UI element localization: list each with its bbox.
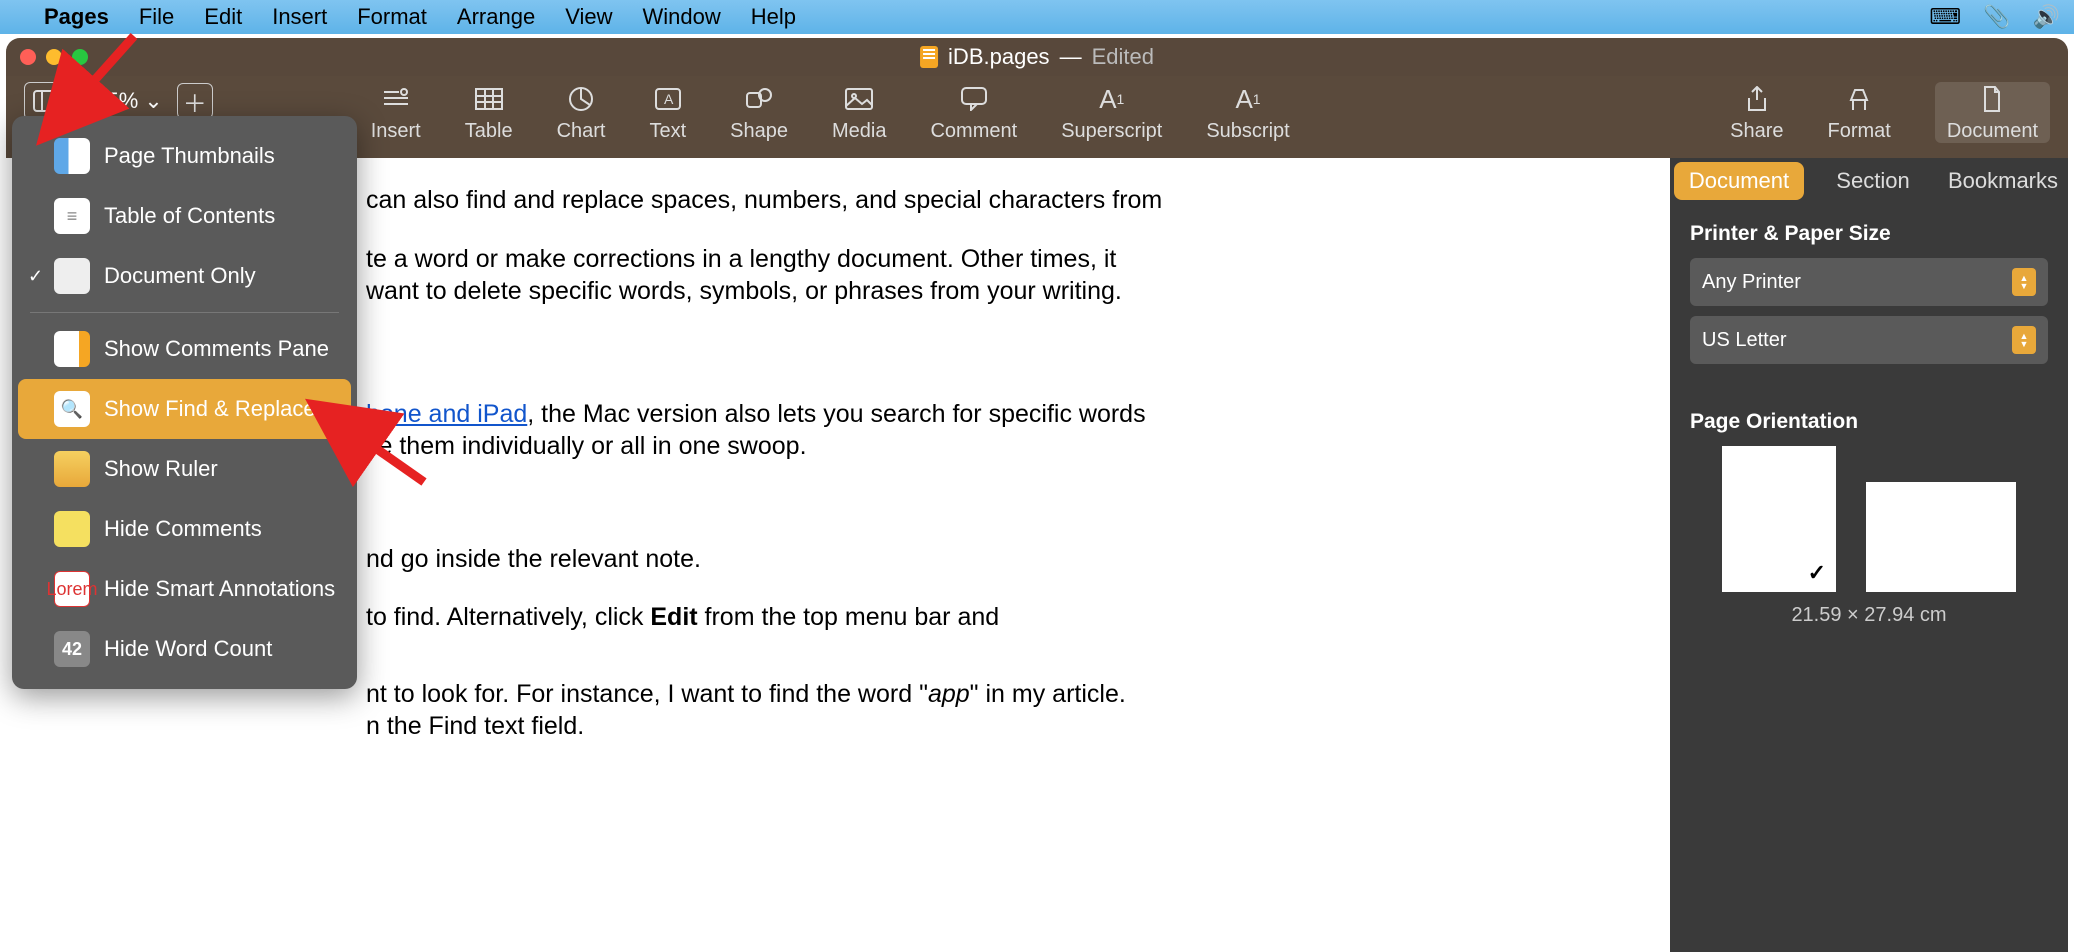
toolbar-shape[interactable]: Shape (730, 82, 788, 143)
page-dimensions: 21.59 × 27.94 cm (1690, 604, 2048, 627)
app-menu[interactable]: Pages (44, 4, 109, 30)
document-status: Edited (1092, 44, 1154, 70)
toolbar-document[interactable]: Document (1935, 82, 2050, 143)
inspector-tabs: Document Section Bookmarks (1670, 158, 2068, 204)
menu-view[interactable]: View (565, 4, 612, 30)
paper-size-select[interactable]: US Letter ▲▼ (1690, 316, 2048, 364)
chevron-down-icon: ⌄ (144, 88, 162, 114)
tab-bookmarks[interactable]: Bookmarks (1938, 168, 2068, 194)
document-filename: iDB.pages (948, 44, 1050, 70)
annotation-arrow-menu (354, 432, 434, 497)
search-icon: 🔍 (54, 391, 90, 427)
svg-text:A: A (664, 91, 674, 107)
printer-select[interactable]: Any Printer ▲▼ (1690, 258, 2048, 306)
toc-icon: ≡ (54, 198, 90, 234)
subscript-icon: A1 (1235, 82, 1260, 116)
share-icon (1746, 82, 1768, 116)
toolbar-chart[interactable]: Chart (557, 82, 606, 143)
orientation-portrait[interactable] (1722, 446, 1836, 592)
menu-arrange[interactable]: Arrange (457, 4, 535, 30)
sticky-note-icon (54, 511, 90, 547)
menu-document-only[interactable]: ✓Document Only (18, 246, 351, 306)
toolbar-insert[interactable]: Insert (371, 82, 421, 143)
document-icon (1982, 82, 2002, 116)
annotation-arrow-top (74, 36, 144, 111)
format-brush-icon (1847, 82, 1871, 116)
input-menu-icon[interactable]: ⌨ (1929, 4, 1961, 30)
menu-window[interactable]: Window (643, 4, 721, 30)
stepper-icon: ▲▼ (2012, 268, 2036, 296)
orientation-header: Page Orientation (1690, 410, 2048, 434)
chart-icon (568, 82, 594, 116)
toolbar-share[interactable]: Share (1730, 82, 1783, 143)
tab-section[interactable]: Section (1808, 168, 1938, 194)
toolbar-text[interactable]: AText (649, 82, 686, 143)
view-dropdown-menu: Page Thumbnails ≡Table of Contents ✓Docu… (12, 116, 357, 689)
insert-icon (381, 82, 411, 116)
menu-hide-smart-annotations[interactable]: LoremHide Smart Annotations (18, 559, 351, 619)
printer-paper-header: Printer & Paper Size (1690, 222, 2048, 246)
menu-format[interactable]: Format (357, 4, 427, 30)
menu-show-find-replace[interactable]: 🔍Show Find & Replace (18, 379, 351, 439)
menu-show-ruler[interactable]: Show Ruler (18, 439, 351, 499)
media-icon (845, 82, 873, 116)
link-iphone-ipad[interactable]: hone and iPad (366, 400, 527, 428)
menu-insert[interactable]: Insert (272, 4, 327, 30)
toolbar-table[interactable]: Table (465, 82, 513, 143)
add-page-button[interactable]: ＋ (177, 83, 213, 119)
menu-page-thumbnails[interactable]: Page Thumbnails (18, 126, 351, 186)
toolbar-media[interactable]: Media (832, 82, 886, 143)
menu-file[interactable]: File (139, 4, 174, 30)
title-separator: — (1060, 44, 1082, 70)
thumbnails-icon (54, 138, 90, 174)
comment-icon (961, 82, 987, 116)
view-menu-button[interactable] (24, 82, 68, 120)
stepper-icon: ▲▼ (2012, 326, 2036, 354)
comments-pane-icon (54, 331, 90, 367)
menu-table-of-contents[interactable]: ≡Table of Contents (18, 186, 351, 246)
table-icon (475, 82, 503, 116)
titlebar: iDB.pages — Edited (6, 38, 2068, 76)
word-count-icon: 42 (54, 631, 90, 667)
toolbar-comment[interactable]: Comment (930, 82, 1017, 143)
document-file-icon (920, 46, 938, 68)
toolbar-subscript[interactable]: A1Subscript (1206, 82, 1289, 143)
lorem-icon: Lorem (54, 571, 90, 607)
sidebar-icon (33, 90, 59, 112)
menu-show-comments-pane[interactable]: Show Comments Pane (18, 319, 351, 379)
inspector-panel: Document Section Bookmarks Printer & Pap… (1670, 158, 2068, 952)
system-menubar: Pages File Edit Insert Format Arrange Vi… (0, 0, 2074, 34)
toolbar-superscript[interactable]: A1Superscript (1061, 82, 1162, 143)
doc-only-icon (54, 258, 90, 294)
attachment-icon[interactable]: 📎 (1983, 4, 2010, 30)
shape-icon (745, 82, 773, 116)
tab-document[interactable]: Document (1674, 162, 1804, 200)
checkmark-icon: ✓ (28, 266, 43, 287)
menu-separator (30, 312, 339, 313)
menu-hide-comments[interactable]: Hide Comments (18, 499, 351, 559)
volume-icon[interactable]: 🔊 (2033, 4, 2060, 30)
ruler-icon (54, 451, 90, 487)
menu-help[interactable]: Help (751, 4, 796, 30)
menu-edit[interactable]: Edit (204, 4, 242, 30)
close-button[interactable] (20, 49, 36, 65)
minimize-button[interactable] (46, 49, 62, 65)
toolbar-format[interactable]: Format (1828, 82, 1891, 143)
menu-hide-word-count[interactable]: 42Hide Word Count (18, 619, 351, 679)
orientation-landscape[interactable] (1866, 482, 2016, 592)
superscript-icon: A1 (1099, 82, 1124, 116)
text-icon: A (655, 82, 681, 116)
